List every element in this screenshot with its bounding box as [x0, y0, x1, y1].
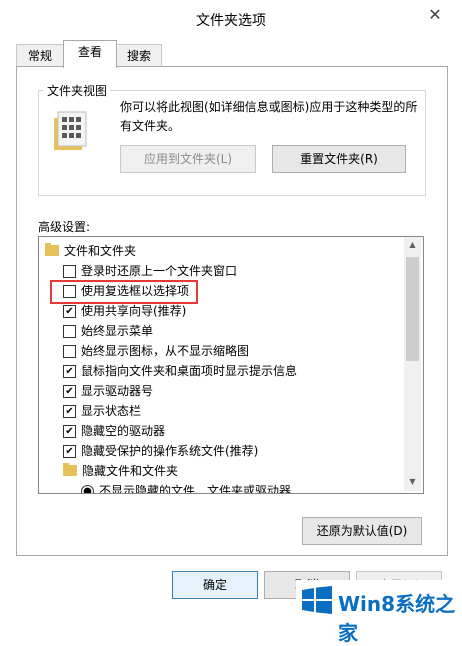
list-item-label: 鼠标指向文件夹和桌面项时显示提示信息 [81, 364, 298, 378]
checkbox-checked-icon[interactable]: ✔ [63, 365, 76, 378]
list-item-label: 隐藏受保护的操作系统文件(推荐) [81, 444, 259, 458]
folder-views-icon [54, 111, 87, 150]
reset-folders-button[interactable]: 重置文件夹(R) [272, 145, 406, 173]
list-item-label: 隐藏文件和文件夹 [82, 464, 179, 478]
checkbox-unchecked-icon[interactable] [63, 345, 76, 358]
checkbox-checked-icon[interactable]: ✔ [63, 445, 76, 458]
advanced-settings-list[interactable]: 文件和文件夹 登录时还原上一个文件夹窗口 使用复选框以选择项 ✔ 使用共享向导(推荐) 始… [38, 236, 424, 494]
radio-icon[interactable]: ● [81, 485, 94, 493]
window-title: 文件夹选项 [196, 13, 266, 29]
folder-icon [45, 243, 59, 256]
highlight-box [50, 280, 198, 304]
list-item-label: 始终显示图标，从不显示缩略图 [81, 344, 250, 358]
checkbox-checked-icon[interactable]: ✔ [63, 405, 76, 418]
checkbox-checked-icon[interactable]: ✔ [63, 385, 76, 398]
tab-general[interactable]: 常规 [16, 44, 64, 67]
list-item-label: 文件和文件夹 [64, 244, 137, 258]
scrollbar-thumb[interactable] [406, 257, 419, 361]
list-item-label: 隐藏空的驱动器 [81, 424, 166, 438]
scroll-down-icon[interactable]: ▼ [406, 477, 419, 489]
advanced-settings-label: 高级设置: [38, 220, 91, 234]
apply-to-folders-button[interactable]: 应用到文件夹(L) [120, 145, 256, 173]
list-item-label: 登录时还原上一个文件夹窗口 [81, 264, 238, 278]
scroll-up-icon[interactable]: ▲ [406, 240, 419, 252]
tab-search[interactable]: 搜索 [116, 44, 162, 67]
checkbox-unchecked-icon[interactable] [63, 325, 76, 338]
restore-defaults-button[interactable]: 还原为默认值(D) [302, 517, 422, 545]
ok-button[interactable]: 确定 [172, 571, 258, 599]
checkbox-checked-icon[interactable]: ✔ [63, 305, 76, 318]
list-item-label: 使用共享向导(推荐) [81, 304, 187, 318]
folder-views-label: 文件夹视图 [44, 82, 111, 99]
checkbox-unchecked-icon[interactable] [63, 265, 76, 278]
list-item-label: 显示状态栏 [81, 404, 142, 418]
close-button[interactable]: ✕ [418, 4, 452, 26]
list-item-label: 显示驱动器号 [81, 384, 154, 398]
watermark-text: Win8系统之家 [338, 592, 456, 645]
folder-views-description: 你可以将此视图(如详细信息或图标)应用于这种类型的所有文件夹。 [120, 100, 418, 133]
list-item-label: 不显示隐藏的文件、文件夹或驱动器 [99, 484, 292, 494]
tab-view[interactable]: 查看 [63, 40, 117, 68]
windows-logo-icon [302, 586, 332, 614]
list-item-label: 始终显示菜单 [81, 324, 154, 338]
folder-icon [63, 463, 77, 476]
checkbox-checked-icon[interactable]: ✔ [63, 425, 76, 438]
